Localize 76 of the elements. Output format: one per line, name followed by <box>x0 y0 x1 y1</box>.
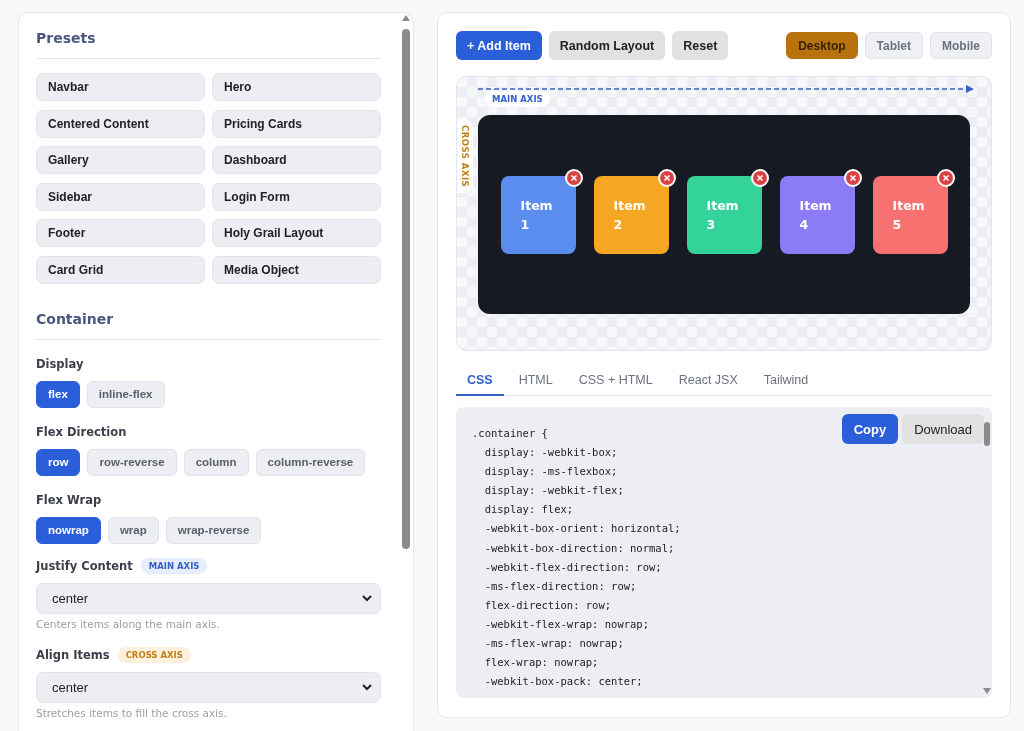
close-icon[interactable] <box>564 168 583 187</box>
help-text: Centers items along the main axis. <box>36 617 221 630</box>
device-button[interactable]: Mobile <box>930 32 992 59</box>
preset-button[interactable]: Login Form <box>212 182 381 211</box>
close-icon[interactable] <box>750 168 769 187</box>
preset-button[interactable]: Sidebar <box>36 182 205 211</box>
axis-label: MAIN AXIS <box>485 91 550 107</box>
select-field[interactable]: center <box>36 582 381 614</box>
toolbar-button[interactable]: + Add Item <box>456 31 542 60</box>
section-title: Container <box>36 310 114 327</box>
code-button[interactable]: Copy <box>841 414 899 444</box>
code-line: display: -webkit-box; <box>483 445 618 461</box>
option-button[interactable]: nowrap <box>36 516 101 544</box>
axis-badge: MAIN AXIS <box>140 557 208 574</box>
code-tab[interactable]: Tailwind <box>752 369 820 396</box>
close-icon[interactable] <box>843 168 862 187</box>
chevron-down-icon <box>362 594 372 602</box>
code-line: -webkit-box-direction: normal; <box>483 540 675 556</box>
scroll-up-icon[interactable] <box>402 15 410 21</box>
option-button[interactable]: row-reverse <box>87 448 177 476</box>
code-line: -webkit-flex-wrap: nowrap; <box>483 616 649 632</box>
preset-button[interactable]: Hero <box>212 73 381 101</box>
code-line: display: -ms-flexbox; <box>483 464 618 480</box>
preset-button[interactable]: Footer <box>36 219 205 247</box>
scrollbar-thumb[interactable] <box>402 29 410 549</box>
preset-button[interactable]: Card Grid <box>36 255 205 284</box>
section-title: Presets <box>36 30 96 46</box>
toolbar-button[interactable]: Random Layout <box>548 31 666 60</box>
device-button[interactable]: Desktop <box>786 32 858 59</box>
code-line: -webkit-box-pack: center; <box>483 674 643 690</box>
axis-label: CROSS AXIS <box>457 119 473 194</box>
option-button[interactable]: wrap-reverse <box>165 516 262 544</box>
option-button[interactable]: column <box>183 448 249 476</box>
chevron-down-icon <box>362 683 372 691</box>
preset-button[interactable]: Dashboard <box>212 146 381 174</box>
field-label: Align Items <box>36 647 110 662</box>
axis-badge: CROSS AXIS <box>117 646 191 663</box>
code-line: -ms-flex-wrap: nowrap; <box>483 636 624 652</box>
code-line: flex-wrap: nowrap; <box>483 655 599 671</box>
code-line: display: -webkit-flex; <box>483 483 624 499</box>
device-button[interactable]: Tablet <box>864 32 923 59</box>
code-line: .container { <box>472 426 548 441</box>
field-label: Display <box>36 356 84 371</box>
preset-button[interactable]: Holy Grail Layout <box>212 219 381 247</box>
option-button[interactable]: flex <box>36 380 80 408</box>
code-tab[interactable]: React JSX <box>667 369 749 396</box>
option-button[interactable]: wrap <box>107 516 159 544</box>
code-tab[interactable]: CSS + HTML <box>567 369 664 396</box>
code-line: display: flex; <box>483 502 574 518</box>
preset-button[interactable]: Gallery <box>36 146 205 174</box>
code-tab[interactable]: HTML <box>507 369 564 396</box>
code-line: flex-direction: row; <box>483 597 612 613</box>
help-text: Stretches items to fill the cross axis. <box>36 706 228 719</box>
preset-button[interactable]: Centered Content <box>36 109 205 138</box>
option-button[interactable]: column-reverse <box>255 448 366 476</box>
close-icon[interactable] <box>936 168 955 187</box>
close-icon[interactable] <box>657 168 676 187</box>
code-button[interactable]: Download <box>902 414 984 444</box>
code-line: -ms-flex-direction: row; <box>483 578 637 594</box>
flex-item[interactable]: Item 4 <box>779 175 855 254</box>
toolbar-button[interactable]: Reset <box>672 31 729 60</box>
select-field[interactable]: center <box>36 671 381 703</box>
option-button[interactable]: inline-flex <box>86 380 165 408</box>
option-button[interactable]: row <box>36 448 81 476</box>
preset-button[interactable]: Navbar <box>36 73 205 101</box>
flex-item[interactable]: Item 1 <box>500 175 576 254</box>
code-line: -webkit-box-orient: horizontal; <box>483 521 681 537</box>
code-tab[interactable]: CSS <box>456 369 504 396</box>
code-line: -webkit-flex-direction: row; <box>483 559 662 575</box>
preset-button[interactable]: Pricing Cards <box>212 109 381 138</box>
field-label: Justify Content <box>36 558 133 573</box>
preset-button[interactable]: Media Object <box>212 255 381 284</box>
scroll-down-icon[interactable] <box>983 688 991 694</box>
scrollbar-thumb[interactable] <box>984 422 990 446</box>
field-label: Flex Wrap <box>36 492 102 507</box>
field-label: Flex Direction <box>36 424 127 439</box>
